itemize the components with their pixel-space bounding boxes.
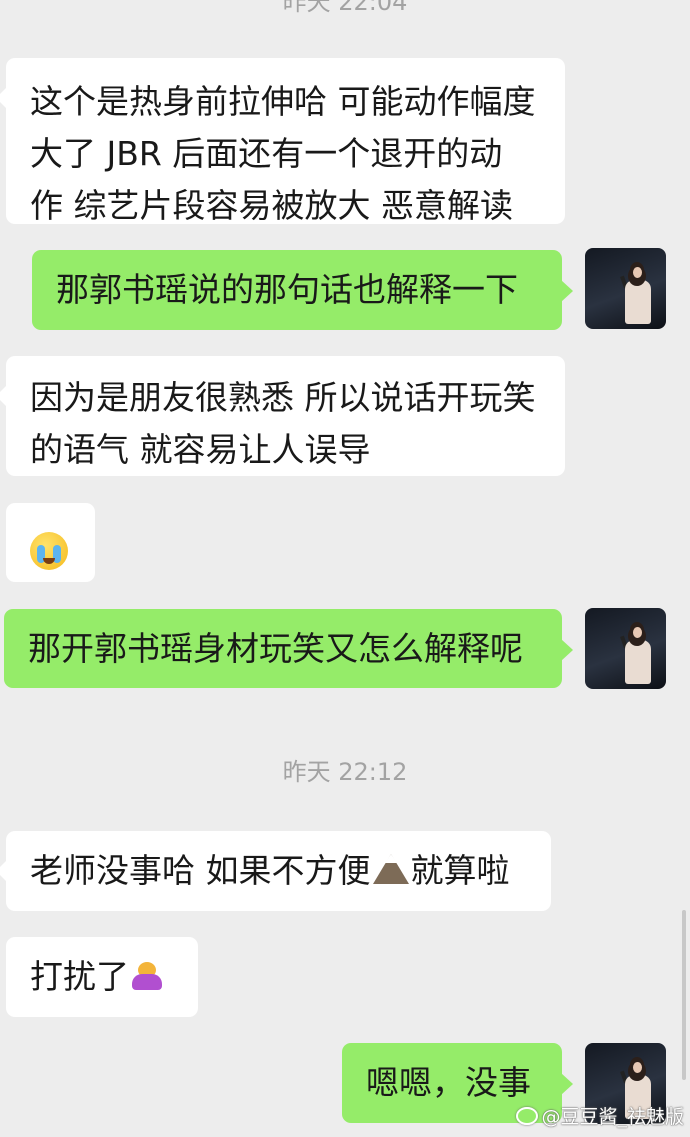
own-avatar[interactable] [585, 608, 666, 689]
message-text: 就算啦 [410, 851, 510, 890]
watermark-text: @豆豆酱_祛魅版 [541, 1106, 684, 1128]
incoming-message[interactable]: 打扰了 [6, 937, 198, 1017]
incoming-message[interactable]: 这个是热身前拉伸哈 可能动作幅度 大了 JBR 后面还有一个退开的动 作 综艺片… [0, 58, 565, 225]
message-line: 的语气 就容易让人误导 [30, 430, 371, 469]
person-bowing-icon [131, 958, 163, 992]
message-text: 打扰了 [30, 957, 129, 996]
outgoing-message[interactable]: 那郭书瑶说的那句话也解释一下 [32, 250, 573, 330]
scrollbar[interactable] [682, 910, 686, 1080]
incoming-message[interactable] [6, 503, 95, 582]
message-text: 老师没事哈 如果不方便 [30, 851, 371, 890]
own-avatar[interactable] [585, 248, 666, 329]
message-line: 大了 JBR 后面还有一个退开的动 [30, 134, 503, 173]
weibo-icon [516, 1107, 539, 1125]
loudly-crying-face-icon [30, 531, 68, 570]
message-line: 这个是热身前拉伸哈 可能动作幅度 [30, 82, 536, 121]
timestamp-top: 昨天 22:04 [282, 0, 408, 16]
incoming-message[interactable]: 因为是朋友很熟悉 所以说话开玩笑 的语气 就容易让人误导 [0, 356, 565, 476]
outgoing-message[interactable]: 那开郭书瑶身材玩笑又怎么解释呢 [4, 609, 573, 688]
mountain-icon [372, 854, 409, 884]
incoming-message[interactable]: 老师没事哈 如果不方便 就算啦 [0, 831, 551, 911]
message-text: 那开郭书瑶身材玩笑又怎么解释呢 [28, 629, 523, 668]
message-line: 因为是朋友很熟悉 所以说话开玩笑 [30, 378, 536, 417]
message-text: 那郭书瑶说的那句话也解释一下 [56, 270, 518, 309]
message-line: 作 综艺片段容易被放大 恶意解读 [30, 186, 513, 225]
message-text: 嗯嗯，没事 [366, 1063, 531, 1102]
timestamp-middle: 昨天 22:12 [282, 758, 408, 786]
watermark: @豆豆酱_祛魅版 [516, 1102, 684, 1129]
